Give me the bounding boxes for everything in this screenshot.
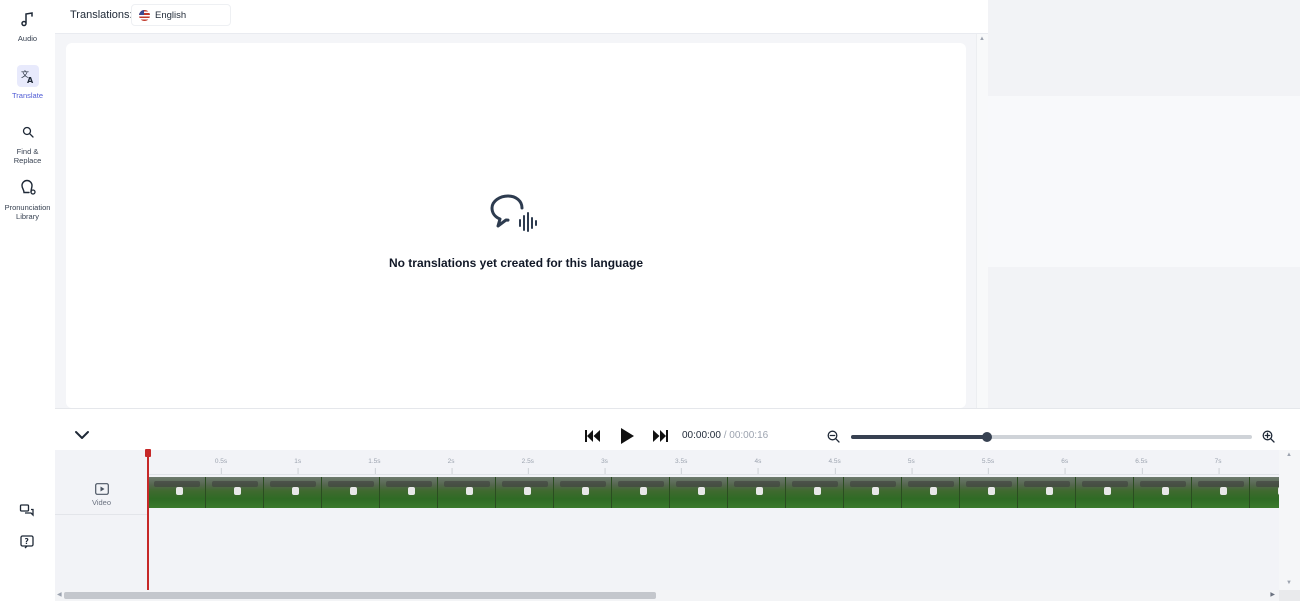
video-thumbnail-frame <box>380 477 438 508</box>
timeline: 0.5s 1s 1.5s 2s 2.5s 3s 3.5s 4s 4.5s 5s 5.5s 6s 6.5s… <box>55 450 1279 590</box>
zoom-slider[interactable] <box>851 432 1252 442</box>
sidebar-item-label: Audio <box>17 34 38 43</box>
speech-bubble-waveform-icon <box>489 192 541 236</box>
ruler-tick: 3s <box>601 458 608 474</box>
zoom-out-icon[interactable] <box>827 430 840 448</box>
ruler-tick: 1s <box>294 458 302 474</box>
video-thumbnail-frame <box>960 477 1018 508</box>
translations-header: Translations: English <box>55 0 988 34</box>
ruler-tick: 6.5s <box>1135 458 1148 474</box>
video-thumbnail-frame <box>844 477 902 508</box>
zoom-in-icon[interactable] <box>1262 430 1275 448</box>
video-play-icon <box>94 482 109 495</box>
help-icon[interactable]: ? <box>17 532 37 552</box>
sidebar-item-pronunciation-library[interactable]: Pronunciation Library <box>0 177 55 221</box>
content-scrollbar[interactable]: ▲ <box>976 34 988 408</box>
ruler-tick: 4s <box>754 458 762 474</box>
ruler-tick: 4.5s <box>828 458 841 474</box>
empty-state-message: No translations yet created for this lan… <box>388 256 644 270</box>
ruler-tick: 1.5s <box>368 458 381 474</box>
ruler-tick: 6s <box>1061 458 1069 474</box>
translate-icon: 文A <box>16 65 39 87</box>
ruler-tick: 5s <box>907 458 915 474</box>
ruler-tick: 0.5s <box>214 458 228 474</box>
scrollbar-thumb[interactable] <box>64 592 656 599</box>
sidebar-item-audio[interactable]: Audio <box>0 8 55 43</box>
app: Audio 文A Translate Find & Replace Pronun… <box>0 0 1300 601</box>
play-icon <box>620 427 634 444</box>
chevron-down-icon[interactable] <box>74 428 92 442</box>
time-display: 00:00:00 / 00:00:16 <box>682 430 768 441</box>
video-thumbnail-frame <box>612 477 670 508</box>
svg-text:?: ? <box>25 537 29 546</box>
ruler-tick: 2.5s <box>521 458 534 474</box>
ruler-tick: 3.5s <box>675 458 688 474</box>
translations-label: Translations: <box>70 9 133 21</box>
playhead-handle[interactable] <box>145 449 151 457</box>
zoom-slider-fill <box>851 435 988 439</box>
scrollbar-corner <box>1279 590 1300 601</box>
video-thumbnail-frame <box>496 477 554 508</box>
timeline-horizontal-scrollbar[interactable]: ◀ ▶ <box>55 590 1279 601</box>
pronunciation-icon <box>17 177 39 199</box>
search-icon <box>17 121 39 143</box>
sidebar-item-find-replace[interactable]: Find & Replace <box>0 121 55 165</box>
zoom-slider-thumb[interactable] <box>982 432 993 442</box>
play-button[interactable] <box>619 427 635 444</box>
ruler-tick: 7s <box>1214 458 1222 474</box>
video-thumbnail-frame <box>1018 477 1076 508</box>
sidebar-item-label: Translate <box>12 91 43 100</box>
timeline-ruler[interactable]: 0.5s 1s 1.5s 2s 2.5s 3s 3.5s 4s 4.5s 5s 5.5s 6s 6.5s… <box>148 450 1279 475</box>
video-thumbnail-frame <box>786 477 844 508</box>
sidebar-item-label: Pronunciation Library <box>4 203 51 221</box>
sidebar-item-translate[interactable]: 文A Translate <box>0 65 55 100</box>
video-thumbnail-frame <box>902 477 960 508</box>
track-label-text: Video <box>91 497 112 507</box>
video-thumbnail-frame <box>1250 477 1279 508</box>
timeline-vertical-scrollbar[interactable]: ▲ ▼ <box>1279 450 1300 590</box>
player-controls: 00:00:00 / 00:00:16 <box>55 408 1300 450</box>
video-thumbnail-frame <box>1076 477 1134 508</box>
ruler-tick: 5.5s <box>981 458 995 474</box>
us-flag-icon <box>139 9 150 21</box>
left-sidebar: Audio 文A Translate Find & Replace Pronun… <box>0 0 55 601</box>
video-track-clip[interactable] <box>148 477 1279 508</box>
video-thumbnail-frame <box>1192 477 1250 508</box>
sidebar-item-label: Find & Replace <box>13 147 42 165</box>
right-panel-top <box>988 0 1300 96</box>
video-thumbnail-frame <box>264 477 322 508</box>
language-select-value: English <box>155 9 187 21</box>
skip-forward-icon <box>652 430 668 442</box>
svg-text:A: A <box>27 76 34 84</box>
right-panel-middle <box>988 96 1300 267</box>
language-select[interactable]: English <box>131 4 231 26</box>
video-thumbnail-frame <box>1134 477 1192 508</box>
video-thumbnail-frame <box>148 477 206 508</box>
video-thumbnail-frame <box>670 477 728 508</box>
video-thumbnail-frame <box>438 477 496 508</box>
video-thumbnail-frame <box>554 477 612 508</box>
feedback-icon[interactable] <box>17 501 37 521</box>
skip-back-button[interactable] <box>584 429 600 443</box>
video-thumbnail-frame <box>728 477 786 508</box>
duration-time: 00:00:16 <box>729 430 769 441</box>
track-label-video: Video <box>55 475 148 515</box>
ruler-tick: 2s <box>447 458 455 474</box>
right-panel-bottom <box>988 267 1300 408</box>
playhead[interactable] <box>147 450 149 591</box>
skip-back-icon <box>584 430 600 442</box>
video-thumbnail-frame <box>206 477 264 508</box>
current-time: 00:00:00 <box>682 430 721 441</box>
video-thumbnail-frame <box>322 477 380 508</box>
skip-forward-button[interactable] <box>652 429 668 443</box>
music-note-icon <box>17 8 39 30</box>
